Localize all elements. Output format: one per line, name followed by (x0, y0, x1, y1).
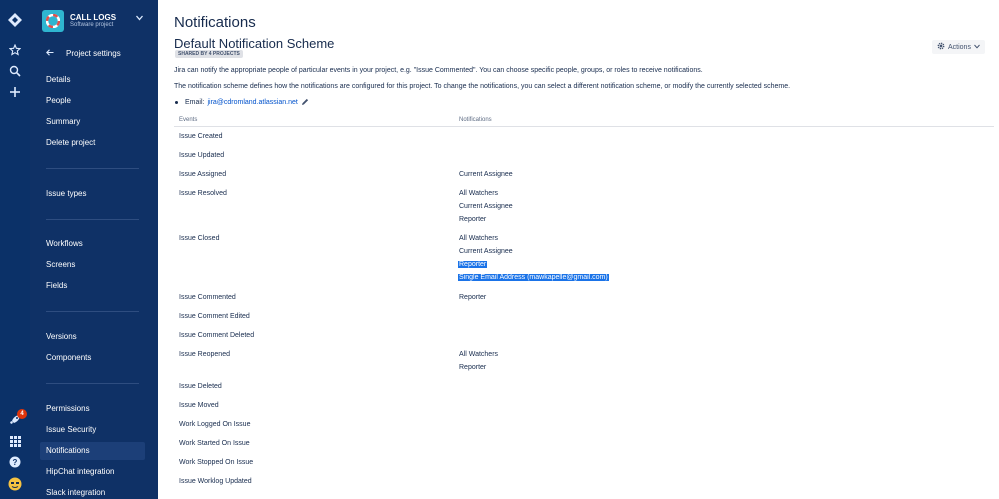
sidebar-item-details[interactable]: Details (46, 71, 144, 89)
event-name: Issue Comment Edited (179, 313, 250, 320)
event-name: Work Logged On Issue (179, 421, 251, 428)
project-type: Software project (70, 22, 114, 28)
notification-recipient: Reporter (459, 294, 487, 301)
project-settings-label: Project settings (66, 48, 121, 58)
table-header-divider (174, 126, 994, 127)
description-paragraph: The notification scheme defines how the … (174, 83, 791, 90)
event-name: Issue Moved (179, 402, 219, 409)
sidebar-item-workflows[interactable]: Workflows (46, 235, 144, 253)
event-name: Work Started On Issue (179, 440, 250, 447)
sidebar-item-components[interactable]: Components (46, 349, 144, 367)
sidebar-divider (46, 168, 139, 169)
notification-recipient-selected: Reporter (458, 261, 488, 268)
notification-count-badge: 4 (17, 409, 27, 419)
event-name: Issue Assigned (179, 171, 227, 178)
actions-label: Actions (948, 43, 971, 51)
sidebar-item-versions[interactable]: Versions (46, 328, 144, 346)
event-name: Issue Updated (179, 152, 225, 159)
events-column-header: Events (179, 117, 198, 123)
event-name: Issue Deleted (179, 383, 222, 390)
shared-by-projects-badge[interactable]: SHARED BY 4 PROJECTS (175, 50, 243, 58)
chevron-down-icon[interactable] (136, 14, 143, 23)
email-link[interactable]: jira@cdromland.atlassian.net (207, 99, 297, 106)
notification-recipient-selected: Single Email Address (mawkapelle@gmail.c… (458, 274, 609, 281)
star-icon[interactable] (5, 40, 25, 60)
sidebar-divider (46, 311, 139, 312)
list-bullet (175, 101, 178, 104)
event-name: Work Stopped On Issue (179, 459, 254, 466)
notification-recipient: Current Assignee (459, 248, 513, 255)
notification-recipient: Reporter (459, 364, 487, 371)
event-name: Issue Worklog Updated (179, 478, 252, 485)
jira-logo-icon[interactable] (5, 10, 25, 30)
project-name[interactable]: CALL LOGS (70, 13, 116, 22)
event-name: Issue Reopened (179, 351, 230, 358)
arrow-left-icon (46, 48, 66, 58)
notification-recipient: Current Assignee (459, 203, 513, 210)
event-name: Issue Comment Deleted (179, 332, 255, 339)
sidebar-item-notifications[interactable]: Notifications (40, 442, 145, 460)
sidebar-item-issue-types[interactable]: Issue types (46, 185, 144, 203)
notifications-column-header: Notifications (459, 117, 492, 123)
help-icon[interactable]: ? (5, 452, 25, 472)
sidebar-item-slack-integration[interactable]: Slack integration (46, 484, 144, 499)
global-nav-rail: 4 ? (0, 0, 30, 499)
sidebar-divider (46, 383, 139, 384)
event-name: Issue Created (179, 133, 223, 140)
sidebar-item-delete-project[interactable]: Delete project (46, 134, 144, 152)
sidebar-item-permissions[interactable]: Permissions (46, 400, 144, 418)
sidebar-divider (46, 219, 139, 220)
event-name: Issue Resolved (179, 190, 227, 197)
project-sidebar: CALL LOGS Software project Project setti… (30, 0, 158, 499)
gear-icon (937, 42, 945, 52)
sidebar-item-people[interactable]: People (46, 92, 144, 110)
notification-recipient: Reporter (459, 216, 487, 223)
notification-recipient: All Watchers (459, 235, 499, 242)
event-name: Issue Closed (179, 235, 220, 242)
main-content: Notifications Default Notification Schem… (158, 0, 999, 499)
event-name: Issue Commented (179, 294, 236, 301)
notification-recipient: Current Assignee (459, 171, 513, 178)
pencil-edit-icon[interactable] (301, 98, 309, 106)
sidebar-item-fields[interactable]: Fields (46, 277, 144, 295)
actions-button[interactable]: Actions (932, 40, 985, 54)
email-label: Email: (185, 98, 205, 106)
user-avatar-icon[interactable] (5, 474, 25, 494)
back-to-project-link[interactable]: Project settings (46, 47, 146, 59)
notification-recipient: All Watchers (459, 190, 499, 197)
notification-recipient: All Watchers (459, 351, 499, 358)
svg-text:?: ? (13, 458, 18, 467)
sidebar-item-hipchat-integration[interactable]: HipChat integration (46, 463, 144, 481)
page-title: Notifications (174, 14, 256, 31)
sidebar-item-issue-security[interactable]: Issue Security (46, 421, 144, 439)
project-avatar[interactable] (42, 10, 64, 32)
sidebar-item-screens[interactable]: Screens (46, 256, 144, 274)
app-switcher-grid-icon[interactable] (5, 431, 25, 451)
scheme-title: Default Notification Scheme (174, 36, 335, 51)
search-icon[interactable] (5, 61, 25, 81)
description-paragraph: Jira can notify the appropriate people o… (174, 67, 703, 74)
sidebar-item-summary[interactable]: Summary (46, 113, 144, 131)
create-plus-icon[interactable] (5, 82, 25, 102)
email-row: Email: jira@cdromland.atlassian.net (185, 98, 309, 106)
chevron-down-icon (974, 44, 980, 51)
